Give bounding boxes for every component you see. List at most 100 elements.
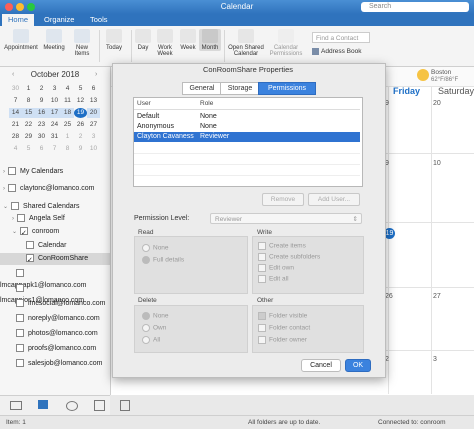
checkbox[interactable]: ✓ xyxy=(20,227,29,237)
cancel-button[interactable]: Cancel xyxy=(301,359,341,372)
checkbox[interactable] xyxy=(26,241,34,250)
calendar-item-photos[interactable]: photos@lomanco.com xyxy=(0,328,110,340)
mini-calendar-day[interactable]: 17 xyxy=(48,108,61,118)
mini-calendar-day[interactable]: 25 xyxy=(61,120,74,130)
mini-calendar-day[interactable]: 30 xyxy=(35,132,48,142)
mini-calendar-day[interactable]: 9 xyxy=(74,144,87,154)
mini-calendar-day[interactable]: 3 xyxy=(87,132,100,142)
calendar-item-conroomshare[interactable]: ✓ ConRoomShare xyxy=(0,253,110,265)
mini-calendar-day[interactable]: 16 xyxy=(35,108,48,118)
calendar-item-lmcsocial[interactable]: lmcsocial@lomanco.com xyxy=(0,298,110,310)
mini-calendar-day[interactable]: 31 xyxy=(48,132,61,142)
mini-calendar-day[interactable]: 10 xyxy=(87,144,100,154)
new-appointment-button[interactable]: Appointment xyxy=(4,29,38,51)
mini-calendar-day[interactable]: 14 xyxy=(9,108,22,118)
mini-calendar-day[interactable]: 7 xyxy=(48,144,61,154)
mini-calendar-day[interactable]: 4 xyxy=(61,84,74,94)
calendar-permissions-button[interactable]: Calendar Permissions xyxy=(267,29,305,57)
mini-calendar-day[interactable]: 5 xyxy=(74,84,87,94)
mini-calendar-day[interactable]: 20 xyxy=(87,108,100,118)
checkbox[interactable] xyxy=(17,214,25,223)
work-week-view-button[interactable]: Work Week xyxy=(154,29,176,57)
today-button[interactable]: Today xyxy=(103,29,125,51)
mini-calendar-day[interactable]: 3 xyxy=(48,84,61,94)
my-calendars-group[interactable]: › My Calendars xyxy=(0,166,110,178)
calendar-item-calendar[interactable]: Calendar xyxy=(0,240,110,252)
mini-calendar-day[interactable]: 29 xyxy=(22,132,35,142)
table-row[interactable]: Clayton Cavaness Reviewer xyxy=(134,132,360,142)
mini-calendar-day[interactable]: 28 xyxy=(9,132,22,142)
mini-calendar-day[interactable]: 21 xyxy=(9,120,22,130)
folder-owner-option[interactable]: Folder owner xyxy=(258,336,307,344)
open-shared-calendar-button[interactable]: Open Shared Calendar xyxy=(227,29,265,57)
checkbox[interactable]: ✓ xyxy=(26,254,34,264)
next-month-icon[interactable]: › xyxy=(95,71,97,78)
checkbox[interactable] xyxy=(11,202,20,211)
mini-calendar-day[interactable]: 26 xyxy=(74,120,87,130)
account-group[interactable]: › claytonc@lomanco.com xyxy=(0,183,110,195)
new-items-button[interactable]: New Items xyxy=(70,29,94,57)
calendar-item-proofs[interactable]: proofs@lomanco.com xyxy=(0,343,110,355)
mini-calendar-day[interactable]: 13 xyxy=(87,96,100,106)
edit-all-option[interactable]: Edit all xyxy=(258,275,289,283)
mini-calendar-day[interactable]: 1 xyxy=(22,84,35,94)
search-input[interactable]: Search xyxy=(361,2,469,12)
delete-none-option[interactable]: None xyxy=(142,312,169,320)
tab-general[interactable]: General xyxy=(182,82,222,95)
read-none-option[interactable]: None xyxy=(142,244,169,252)
mini-calendar-day[interactable]: 4 xyxy=(9,144,22,154)
notes-icon[interactable] xyxy=(120,400,130,411)
calendar-item-angela-self[interactable]: › Angela Self xyxy=(0,213,110,225)
address-book-button[interactable]: Address Book xyxy=(312,48,361,55)
mail-icon[interactable] xyxy=(10,401,22,410)
checkbox[interactable] xyxy=(16,269,24,278)
new-meeting-button[interactable]: Meeting xyxy=(40,29,68,51)
mini-calendar-day[interactable]: 24 xyxy=(48,120,61,130)
mini-calendar-day[interactable]: 6 xyxy=(35,144,48,154)
calendar-item-lmcappapk1[interactable]: lmcappapk1@lomanco.com xyxy=(0,268,110,289)
delete-own-option[interactable]: Own xyxy=(142,324,166,332)
mini-calendar-day[interactable]: 2 xyxy=(35,84,48,94)
folder-contact-option[interactable]: Folder contact xyxy=(258,324,310,332)
calendar-item-lmcappios1[interactable]: lmcappios1@lomanco.com xyxy=(0,283,110,304)
read-full-details-option[interactable]: Full details xyxy=(142,256,184,264)
calendar-item-conroom[interactable]: ⌄ ✓ conroom xyxy=(0,226,110,238)
permission-level-select[interactable]: Reviewer ⇕ xyxy=(210,213,362,224)
checkbox[interactable] xyxy=(8,167,16,176)
checkbox[interactable] xyxy=(16,284,24,293)
tab-storage[interactable]: Storage xyxy=(220,82,260,95)
add-user-button[interactable]: Add User... xyxy=(308,193,360,206)
table-row[interactable]: Anonymous None xyxy=(134,122,360,132)
delete-all-option[interactable]: All xyxy=(142,336,160,344)
mini-calendar-day[interactable]: 10 xyxy=(48,96,61,106)
mini-calendar-day[interactable]: 6 xyxy=(87,84,100,94)
calendar-item-noreply[interactable]: noreply@lomanco.com xyxy=(0,313,110,325)
checkbox[interactable] xyxy=(16,329,24,338)
calendar-icon[interactable] xyxy=(38,400,48,409)
create-subfolders-option[interactable]: Create subfolders xyxy=(258,253,320,261)
calendar-item-salesjob[interactable]: salesjob@lomanco.com xyxy=(0,358,110,370)
checkbox[interactable] xyxy=(8,184,16,193)
mini-calendar-day[interactable]: 22 xyxy=(22,120,35,130)
mini-calendar-day[interactable]: 19 xyxy=(74,108,87,118)
tasks-icon[interactable] xyxy=(94,400,105,411)
mini-calendar-day[interactable]: 8 xyxy=(22,96,35,106)
mini-calendar-day[interactable]: 12 xyxy=(74,96,87,106)
checkbox[interactable] xyxy=(16,344,24,353)
ok-button[interactable]: OK xyxy=(345,359,371,372)
mini-calendar-day[interactable]: 1 xyxy=(61,132,74,142)
mini-calendar-day[interactable]: 30 xyxy=(9,84,22,94)
folder-visible-option[interactable]: Folder visible xyxy=(258,312,307,320)
mini-calendar-day[interactable]: 15 xyxy=(22,108,35,118)
mini-calendar-day[interactable]: 18 xyxy=(61,108,74,118)
find-contact-input[interactable]: Find a Contact xyxy=(312,32,370,43)
mini-calendar-day[interactable]: 5 xyxy=(22,144,35,154)
mini-calendar-day[interactable]: 11 xyxy=(61,96,74,106)
mini-calendar-day[interactable]: 7 xyxy=(9,96,22,106)
checkbox[interactable] xyxy=(16,314,24,323)
mini-calendar-day[interactable]: 2 xyxy=(74,132,87,142)
checkbox[interactable] xyxy=(16,299,24,308)
tab-home[interactable]: Home xyxy=(2,14,35,26)
edit-own-option[interactable]: Edit own xyxy=(258,264,294,272)
mini-calendar-day[interactable]: 8 xyxy=(61,144,74,154)
